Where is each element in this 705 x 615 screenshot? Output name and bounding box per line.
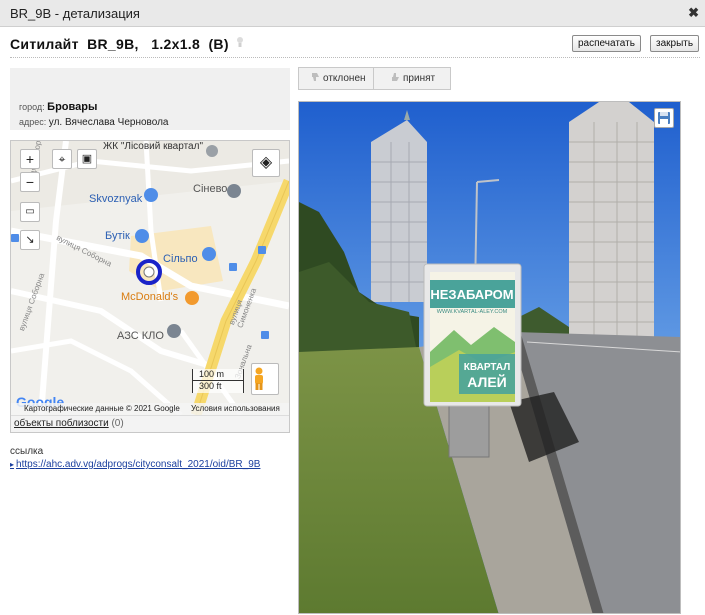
- map-label-azs: АЗС КЛО: [117, 330, 164, 342]
- status-tabs: отклонен принят: [298, 67, 451, 90]
- pegman-figure: [255, 367, 263, 390]
- floppy-disk-icon: [658, 112, 670, 124]
- detail-header: Ситилайт BR_9B, 1.2x1.8 (B) распечатать …: [10, 34, 700, 58]
- map-attribution: Картографические данные © 2021 Google: [24, 404, 180, 413]
- billboard-line2: КВАРТАЛ: [464, 362, 510, 373]
- map-panel: ЖК "Лісовий квартал" Сінево Skvoznyak Бу…: [10, 140, 290, 433]
- locate-icon[interactable]: ⌖: [52, 149, 72, 169]
- nearby-objects: объекты поблизости (0): [11, 415, 289, 432]
- thumbs-up-icon: [392, 73, 399, 81]
- map-label-sineva: Сінево: [193, 183, 228, 195]
- scale-feet: 300 ft: [199, 381, 222, 391]
- save-map-icon[interactable]: ▣: [77, 149, 97, 169]
- map-label-silpo: Сільпо: [163, 253, 198, 265]
- photo-scene: НЕЗАБАРОМ WWW.KVARTAL-ALEY.COM КВАРТАЛ А…: [299, 102, 680, 613]
- ruler-icon[interactable]: ▭: [20, 202, 40, 222]
- zoom-out-button[interactable]: −: [20, 172, 40, 192]
- layers-icon[interactable]: ◈: [252, 149, 280, 177]
- location-info: город: Бровары адрес: ул. Вячеслава Черн…: [10, 68, 290, 130]
- dialog-titlebar: BR_9B - детализация ✖: [0, 0, 705, 27]
- scale-meters: 100 m: [193, 369, 243, 381]
- map-terms-link[interactable]: Условия использования: [191, 404, 280, 413]
- city-value: Бровары: [47, 101, 98, 113]
- save-photo-icon[interactable]: [654, 108, 674, 128]
- address-row: адрес: ул. Вячеслава Черновола: [19, 117, 168, 128]
- link-url[interactable]: https://ahc.adv.vg/adprogs/cityconsalt_2…: [16, 459, 260, 470]
- tab-accepted[interactable]: принят: [375, 68, 451, 89]
- pegman-icon[interactable]: [251, 363, 279, 395]
- link-label: ссылка: [10, 446, 44, 457]
- link-section: ссылка ▸ https://ahc.adv.vg/adprogs/cityc…: [10, 446, 260, 470]
- map-label-lisovyi: ЖК "Лісовий квартал": [103, 141, 203, 152]
- map-label-mcdonalds: McDonald's: [121, 291, 179, 303]
- address-label: адрес:: [19, 117, 47, 127]
- thumbs-down-icon: [312, 73, 319, 81]
- map-scale: 100 m 300 ft: [192, 369, 244, 393]
- map-label-skvoznyak: Skvoznyak: [89, 193, 143, 205]
- city-row: город: Бровары: [19, 101, 97, 113]
- close-button[interactable]: закрыть: [650, 35, 700, 52]
- link-arrow-icon: ▸: [10, 460, 15, 469]
- print-button[interactable]: распечатать: [572, 35, 641, 52]
- zoom-in-button[interactable]: +: [20, 149, 40, 169]
- billboard-line3: АЛЕЙ: [467, 373, 507, 390]
- dialog-title: BR_9B - детализация: [10, 6, 140, 21]
- page-title: Ситилайт BR_9B, 1.2x1.8 (B): [10, 36, 229, 52]
- tab-accepted-label: принят: [403, 73, 436, 84]
- tab-rejected-label: отклонен: [323, 73, 366, 84]
- address-value: ул. Вячеслава Черновола: [48, 117, 169, 128]
- nearby-objects-link[interactable]: объекты поблизости: [14, 418, 109, 429]
- tab-rejected[interactable]: отклонен: [299, 68, 374, 89]
- map-canvas[interactable]: ЖК "Лісовий квартал" Сінево Skvoznyak Бу…: [11, 141, 289, 415]
- location-photo: НЕЗАБАРОМ WWW.KVARTAL-ALEY.COM КВАРТАЛ А…: [298, 101, 681, 614]
- link-url-row[interactable]: ▸ https://ahc.adv.vg/adprogs/cityconsalt_…: [10, 459, 260, 470]
- nearby-count: (0): [111, 418, 124, 429]
- close-icon[interactable]: ✖: [688, 5, 699, 21]
- city-label: город:: [19, 102, 45, 112]
- billboard-url: WWW.KVARTAL-ALEY.COM: [437, 309, 508, 315]
- expand-arrow-icon[interactable]: ↘: [20, 230, 40, 250]
- billboard-line1: НЕЗАБАРОМ: [430, 287, 513, 302]
- lightbulb-icon: [237, 37, 243, 47]
- map-label-butik: Бутік: [105, 230, 130, 242]
